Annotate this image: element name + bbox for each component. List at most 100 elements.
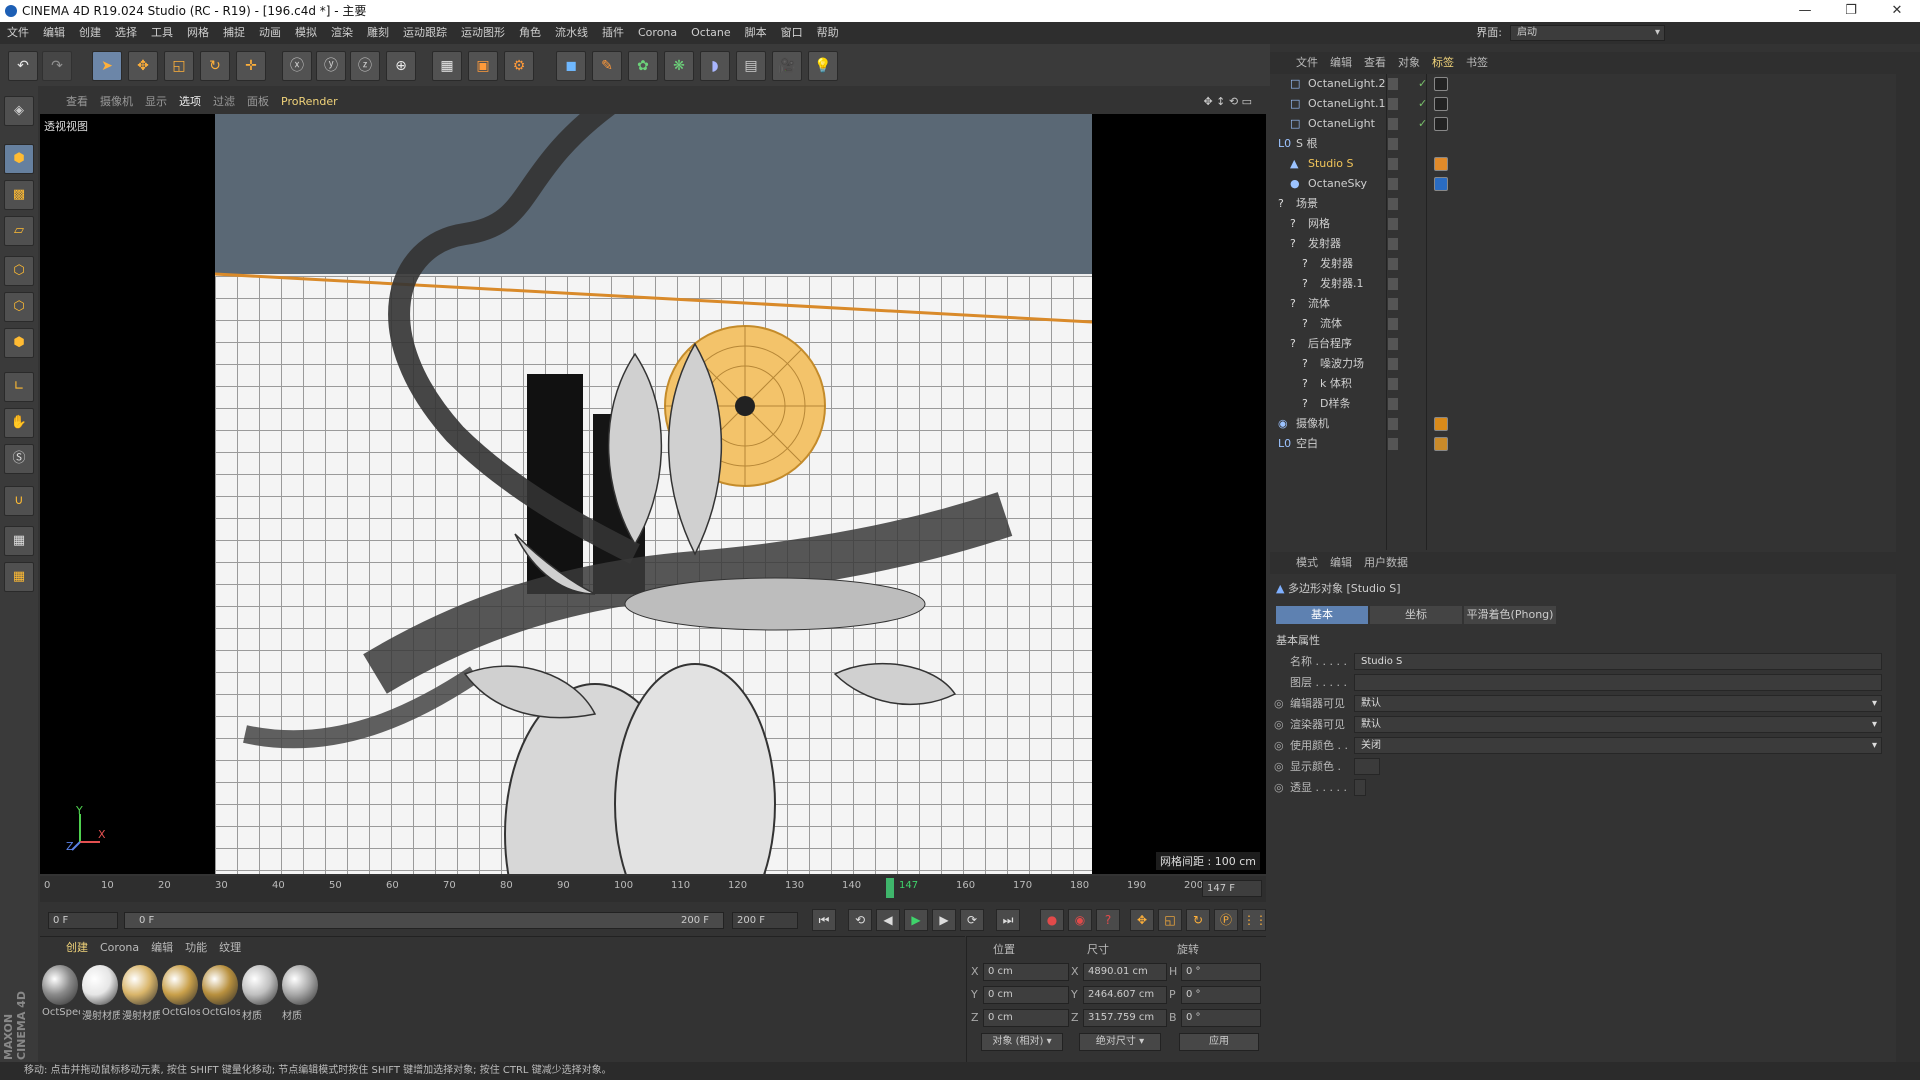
play-icon[interactable]: ▶ [904,909,928,931]
object-manager-menu-item[interactable]: 查看 [1358,52,1392,74]
object-row[interactable]: L0 S 根 [1270,134,1896,154]
material-tab[interactable]: 编辑 [145,937,179,959]
object-row[interactable]: □ OctaneLight.1 ✓ [1270,94,1896,114]
autokey-icon[interactable]: ◉ [1068,909,1092,931]
menu-item[interactable]: 脚本 [738,22,774,44]
object-row[interactable]: ? 流体 [1270,314,1896,334]
menu-item[interactable]: 网格 [180,22,216,44]
range-slider[interactable]: 0 F 200 F [124,912,724,929]
object-tag-icon[interactable] [1434,417,1448,431]
object-row[interactable]: □ OctaneLight.2 ✓ [1270,74,1896,94]
object-manager-menu-item[interactable]: 标签 [1426,52,1460,74]
material-swatch[interactable]: 漫射材质 [82,965,120,1027]
select-cursor-icon[interactable]: ➤ [92,51,122,81]
menu-item[interactable]: 选择 [108,22,144,44]
array-icon[interactable]: ❋ [664,51,694,81]
visibility-toggle[interactable] [1388,438,1398,450]
visibility-toggle[interactable] [1388,98,1398,110]
move-icon[interactable]: ✥ [128,51,158,81]
y-axis-lock-icon[interactable]: ⓨ [316,51,346,81]
object-row[interactable]: ? 噪波力场 [1270,354,1896,374]
visibility-toggle[interactable] [1388,278,1398,290]
x-axis-lock-icon[interactable]: ⓧ [282,51,312,81]
object-tag-icon[interactable] [1434,117,1448,131]
viewport-menu-item[interactable]: 查看 [60,92,94,112]
visibility-toggle[interactable] [1388,258,1398,270]
visibility-toggle[interactable] [1388,158,1398,170]
rotation-field[interactable]: 0 ° [1181,986,1261,1004]
material-swatch[interactable]: 材质 [282,965,318,1027]
coordinate-system-icon[interactable]: ⊕ [386,51,416,81]
record-key-icon[interactable]: ● [1040,909,1064,931]
attribute-menu-item[interactable]: 模式 [1290,552,1324,574]
object-row[interactable]: ? k 体积 [1270,374,1896,394]
position-field[interactable]: 0 cm [983,1009,1069,1027]
material-swatch[interactable]: 漫射材质 [122,965,160,1027]
previous-key-icon[interactable]: ⟲ [848,909,872,931]
object-tag-icon[interactable] [1434,77,1448,91]
menu-item[interactable]: 编辑 [36,22,72,44]
menu-item[interactable]: 流水线 [548,22,595,44]
menu-item[interactable]: 渲染 [324,22,360,44]
menu-item[interactable]: 工具 [144,22,180,44]
material-swatch[interactable]: OctGlos [162,965,200,1027]
render-view-icon[interactable]: ▦ [432,51,462,81]
polygons-mode-icon[interactable]: ⬢ [4,328,34,358]
planar-workplane-icon[interactable]: ▦ [4,562,34,592]
viewport-nav-icons[interactable]: ✥ ↕ ⟲ ▭ [1197,92,1258,112]
deformer-icon[interactable]: ◗ [700,51,730,81]
key-pla-icon[interactable]: ⋮⋮ [1242,909,1267,931]
material-tab[interactable]: Corona [94,937,145,959]
tab-phong[interactable]: 平滑着色(Phong) [1464,606,1556,624]
go-to-start-icon[interactable]: ⏮ [812,909,836,931]
attribute-value[interactable]: Studio S [1354,653,1882,670]
end-frame-field[interactable]: 200 F [732,912,798,929]
key-parameter-icon[interactable]: Ⓟ [1214,909,1238,931]
light-icon[interactable]: 💡 [808,51,838,81]
render-picture-viewer-icon[interactable]: ▣ [468,51,498,81]
object-manager-menu-item[interactable]: 编辑 [1324,52,1358,74]
object-row[interactable]: ? D样条 [1270,394,1896,414]
magnet-icon[interactable]: ∪ [4,486,34,516]
render-settings-icon[interactable]: ⚙ [504,51,534,81]
tab-basic[interactable]: 基本 [1276,606,1368,624]
lock-workplane-icon[interactable]: ▦ [4,526,34,556]
apply-button[interactable]: 应用 [1179,1033,1259,1051]
key-position-icon[interactable]: ✥ [1130,909,1154,931]
position-field[interactable]: 0 cm [983,963,1069,981]
object-manager-menu-item[interactable]: 对象 [1392,52,1426,74]
visibility-toggle[interactable] [1388,358,1398,370]
start-frame-field[interactable]: 0 F [48,912,118,929]
menu-item[interactable]: 运动跟踪 [396,22,454,44]
position-field[interactable]: 0 cm [983,986,1069,1004]
object-row[interactable]: ? 后台程序 [1270,334,1896,354]
radio-icon[interactable]: ◎ [1274,694,1284,714]
visibility-toggle[interactable] [1388,178,1398,190]
object-row[interactable]: ◉ 摄像机 [1270,414,1896,434]
material-tab[interactable]: 创建 [60,937,94,959]
size-field[interactable]: 3157.759 cm [1083,1009,1167,1027]
scale-icon[interactable]: ◱ [164,51,194,81]
radio-icon[interactable]: ◎ [1274,715,1284,735]
menu-item[interactable]: 窗口 [774,22,810,44]
timeline[interactable]: 0 10 20 30 40 50 60 70 80 90 100 110 120 130 140 147 160… [40,876,1266,902]
object-tag-icon[interactable] [1434,177,1448,191]
visibility-toggle[interactable] [1388,238,1398,250]
viewport-menu-item[interactable]: 过滤 [207,92,241,112]
viewport-menu-item[interactable]: 显示 [139,92,173,112]
visibility-toggle[interactable] [1388,78,1398,90]
key-scale-icon[interactable]: ◱ [1158,909,1182,931]
material-tab[interactable]: 功能 [179,937,213,959]
material-swatch[interactable]: OctGlos [202,965,240,1027]
object-tag-icon[interactable] [1434,157,1448,171]
maximize-button[interactable]: ❐ [1828,0,1874,22]
object-row[interactable]: ● OctaneSky [1270,174,1896,194]
menu-item[interactable]: Corona [631,22,684,44]
visibility-toggle[interactable] [1388,338,1398,350]
rotate-icon[interactable]: ↻ [200,51,230,81]
pen-spline-icon[interactable]: ✎ [592,51,622,81]
object-row[interactable]: ? 场景 [1270,194,1896,214]
points-mode-icon[interactable]: ⬡ [4,256,34,286]
radio-icon[interactable]: ◎ [1274,736,1284,756]
object-row[interactable]: ? 发射器 [1270,234,1896,254]
